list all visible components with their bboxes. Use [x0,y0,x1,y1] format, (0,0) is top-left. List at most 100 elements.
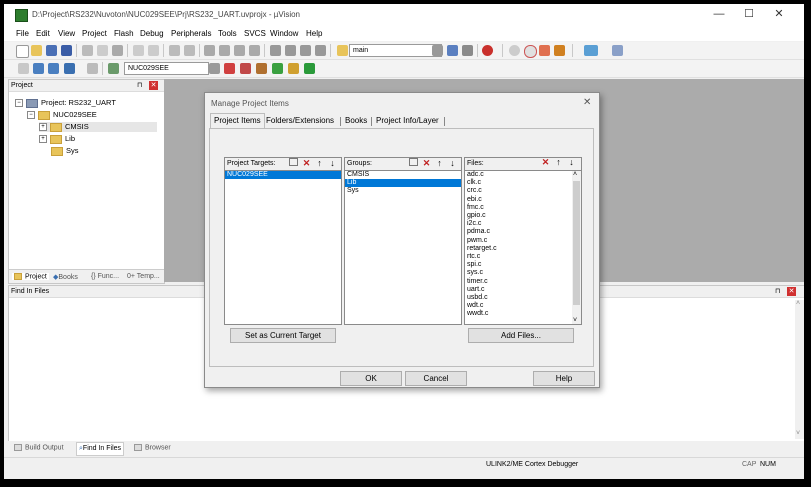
file-item[interactable]: retarget.c [465,245,581,253]
debug-session-icon[interactable] [482,45,493,56]
scroll-up-icon[interactable]: ˄ [573,171,577,178]
combo-dropdown-icon[interactable] [432,45,443,56]
file-extensions-icon[interactable] [256,63,267,74]
tools-icon[interactable] [554,45,565,56]
disable-breakpoint-icon[interactable] [524,45,537,58]
find-icon[interactable] [447,45,458,56]
scroll-thumb[interactable] [573,181,580,305]
delete-group-icon[interactable]: ✕ [422,159,431,168]
file-item[interactable]: usbd.c [465,294,581,302]
tree-group-sys[interactable]: Sys [51,146,79,156]
target-select[interactable]: NUC029SEE [124,62,209,75]
file-item[interactable]: gpio.c [465,212,581,220]
menu-edit[interactable]: Edit [36,29,50,38]
tab-project[interactable]: Project [12,273,49,281]
tab-build-output[interactable]: Build Output [14,444,64,451]
scroll-down-icon[interactable]: ˅ [796,430,800,437]
file-item[interactable]: pwm.c [465,237,581,245]
file-item[interactable]: spi.c [465,261,581,269]
download-icon[interactable] [64,63,75,74]
load-icon[interactable] [108,63,119,74]
move-down-icon[interactable]: ↓ [448,159,457,168]
tree-group-lib[interactable]: + Lib [39,134,75,144]
menu-debug[interactable]: Debug [140,29,164,38]
tab-browser[interactable]: Browser [134,444,171,451]
new-target-icon[interactable] [289,158,298,166]
undo-icon[interactable] [133,45,144,56]
new-group-icon[interactable] [409,158,418,166]
files-scrollbar[interactable]: ˄ ˅ [572,171,581,324]
kill-breakpoints-icon[interactable] [539,45,550,56]
expand-icon[interactable]: + [39,123,47,132]
file-item[interactable]: wdt.c [465,302,581,310]
file-item[interactable]: wwdt.c [465,310,581,318]
file-item[interactable]: clk.c [465,179,581,187]
pin-icon[interactable]: ⊓ [137,80,142,91]
save-all-icon[interactable] [61,45,72,56]
tab-functions[interactable]: {} Func... [91,273,119,280]
find-panel-scrollbar[interactable]: ˄ ˅ [795,300,804,439]
set-current-target-button[interactable]: Set as Current Target [230,328,336,343]
group-item[interactable]: Sys [345,187,461,195]
tab-project-items[interactable]: Project Items [210,113,265,129]
move-down-icon[interactable]: ↓ [567,158,576,167]
indent-icon[interactable] [270,45,281,56]
bookmark-icon[interactable] [204,45,215,56]
target-item[interactable]: NUC029SEE [225,171,341,180]
ok-button[interactable]: OK [340,371,402,386]
menu-flash[interactable]: Flash [114,29,134,38]
minimize-button[interactable]: — [709,7,729,21]
manage-project-items-icon[interactable] [240,63,251,74]
menu-tools[interactable]: Tools [218,29,237,38]
find-combo[interactable]: main [349,44,442,57]
close-button[interactable]: ✕ [769,7,789,21]
file-item[interactable]: crc.c [465,187,581,195]
translate-icon[interactable] [18,63,29,74]
dialog-close-icon[interactable]: ✕ [583,97,591,108]
replace-icon[interactable] [462,45,473,56]
move-down-icon[interactable]: ↓ [328,159,337,168]
menu-file[interactable]: File [16,29,29,38]
tab-templates[interactable]: 0+ Temp... [127,273,160,280]
build-icon[interactable] [33,63,44,74]
file-item[interactable]: uart.c [465,286,581,294]
move-up-icon[interactable]: ↑ [554,158,563,167]
panel-close-icon[interactable]: ✕ [787,287,796,296]
find-folder-icon[interactable] [337,45,348,56]
file-item[interactable]: i2c.c [465,220,581,228]
group-item[interactable]: CMSIS [345,171,461,179]
next-bookmark-icon[interactable] [234,45,245,56]
comment-icon[interactable] [300,45,311,56]
menu-svcs[interactable]: SVCS [244,29,266,38]
stop-build-icon[interactable] [87,63,98,74]
redo-icon[interactable] [148,45,159,56]
collapse-icon[interactable]: − [15,99,23,108]
delete-target-icon[interactable]: ✕ [302,159,311,168]
nav-forward-icon[interactable] [184,45,195,56]
group-item[interactable]: Lib [345,179,461,188]
configure-icon[interactable] [612,45,623,56]
tree-target[interactable]: − NUC029SEE [27,110,97,120]
pin-icon[interactable]: ⊓ [775,286,780,297]
maximize-button[interactable]: ☐ [739,7,759,21]
panel-close-icon[interactable]: ✕ [149,81,158,90]
tab-books[interactable]: ◆Books [53,273,78,281]
targets-list[interactable]: NUC029SEE [224,170,342,325]
help-button[interactable]: Help [533,371,595,386]
options-for-target-icon[interactable] [224,63,235,74]
scroll-down-icon[interactable]: ˅ [573,317,577,324]
file-item[interactable]: adc.c [465,171,581,179]
menu-help[interactable]: Help [306,29,322,38]
uncomment-icon[interactable] [315,45,326,56]
new-file-icon[interactable] [16,45,29,58]
open-folder-icon[interactable] [31,45,42,56]
unindent-icon[interactable] [285,45,296,56]
breakpoint-icon[interactable] [509,45,520,56]
file-item[interactable]: pdma.c [465,228,581,236]
groups-list[interactable]: CMSIS Lib Sys [344,170,462,325]
tab-find-in-files[interactable]: ⌕Find In Files [76,442,125,456]
delete-file-icon[interactable]: ✕ [541,158,550,167]
tab-project-info-layer[interactable]: Project Info/Layer [373,114,442,128]
scroll-up-icon[interactable]: ˄ [796,300,800,307]
prev-bookmark-icon[interactable] [219,45,230,56]
